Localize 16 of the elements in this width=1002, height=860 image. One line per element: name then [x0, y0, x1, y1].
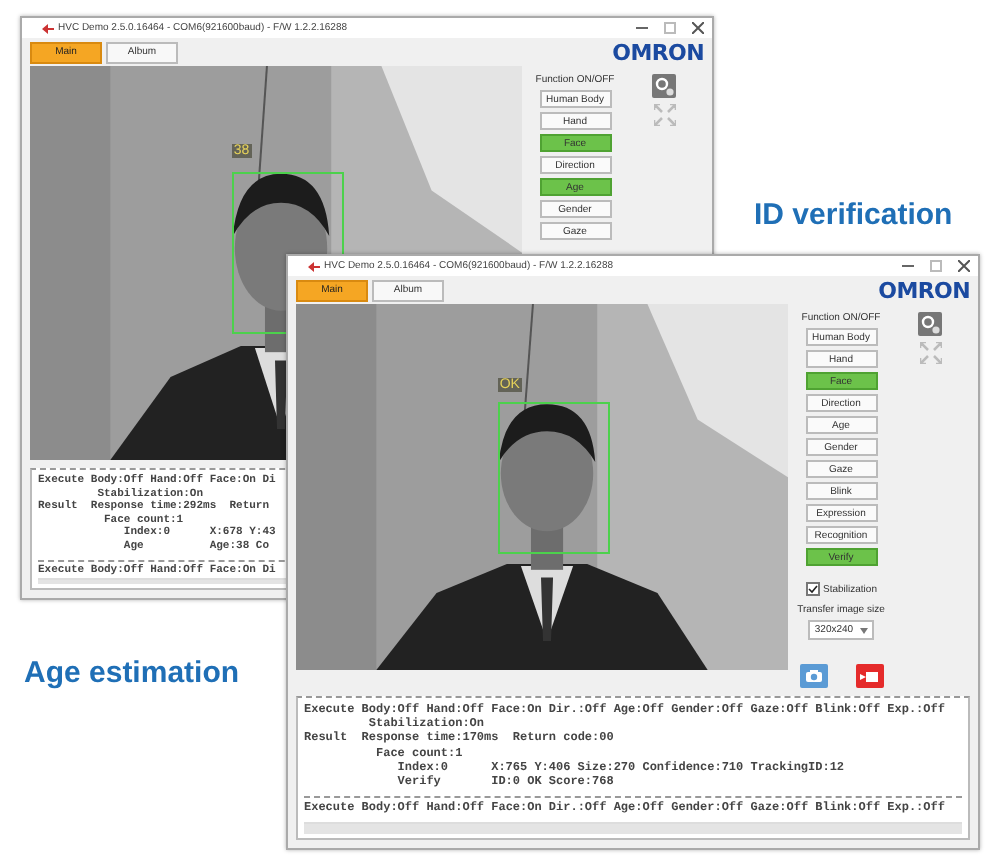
close-icon[interactable] — [958, 260, 970, 272]
app-icon — [308, 261, 320, 271]
caption: ID verification — [754, 198, 953, 232]
logo: OMRON — [878, 277, 970, 303]
zoom-settings-icon[interactable] — [652, 74, 676, 98]
app-icon — [42, 23, 54, 33]
caret-icon — [859, 627, 868, 633]
zoom-settings-icon[interactable] — [918, 312, 942, 336]
record-button[interactable] — [855, 664, 883, 688]
caption: Age estimation — [24, 656, 240, 690]
minimize-icon[interactable] — [636, 22, 648, 34]
checkbox[interactable] — [805, 582, 820, 596]
minimize-icon[interactable] — [902, 260, 914, 272]
logo: OMRON — [612, 39, 704, 65]
close-icon[interactable] — [692, 22, 704, 34]
camera-button[interactable] — [799, 664, 827, 688]
